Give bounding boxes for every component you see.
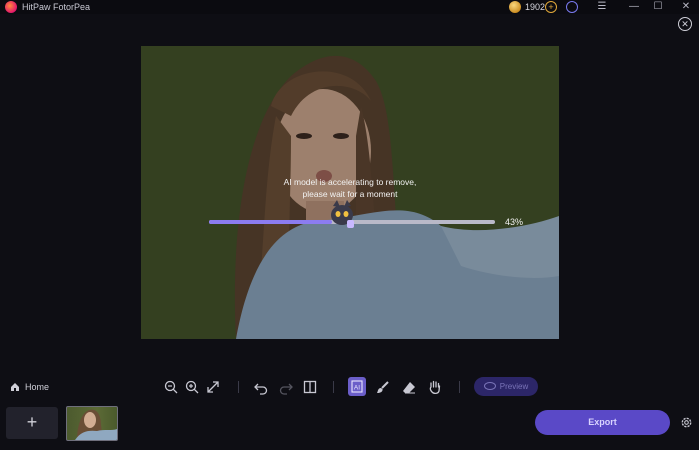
preview-button[interactable]: Preview — [474, 377, 538, 396]
export-button[interactable]: Export — [535, 410, 670, 435]
redo-button[interactable] — [278, 379, 294, 395]
eraser-icon — [403, 382, 415, 394]
status-text-line2: please wait for a moment — [302, 189, 398, 199]
brush-button[interactable] — [375, 379, 391, 395]
fit-screen-button[interactable] — [205, 379, 221, 395]
zoom-out-icon — [164, 380, 178, 394]
maximize-button[interactable]: ☐ — [648, 0, 668, 14]
hand-icon — [429, 380, 441, 395]
thumbnail-image — [75, 409, 117, 440]
svg-text:AI: AI — [354, 385, 360, 392]
zoom-out-button[interactable] — [163, 379, 179, 395]
zoom-in-icon — [185, 380, 199, 394]
compare-icon — [303, 380, 317, 394]
toolbar-divider — [333, 381, 334, 393]
undo-icon — [254, 383, 268, 395]
compare-button[interactable] — [302, 379, 318, 395]
eye-icon — [483, 381, 496, 390]
coin-count: 1902 — [525, 2, 546, 12]
app-logo-icon — [5, 1, 17, 13]
progress-percent: 43% — [505, 217, 524, 227]
settings-icon[interactable] — [680, 416, 693, 429]
ai-select-icon: AI — [351, 380, 363, 393]
ai-select-button[interactable]: AI — [348, 377, 366, 396]
close-icon[interactable]: ✕ — [678, 17, 692, 31]
redo-icon — [279, 383, 293, 395]
close-window-button[interactable]: ✕ — [676, 0, 696, 14]
add-image-button[interactable]: + — [6, 407, 58, 439]
eraser-button[interactable] — [401, 379, 417, 395]
fit-screen-icon — [207, 381, 219, 393]
progress-fill — [209, 220, 332, 224]
app-title: HitPaw FotorPea — [22, 2, 91, 12]
zoom-in-button[interactable] — [184, 379, 200, 395]
image-thumbnail[interactable] — [66, 406, 118, 441]
undo-button[interactable] — [253, 379, 269, 395]
user-icon[interactable] — [566, 1, 578, 13]
minimize-button[interactable]: — — [624, 0, 644, 14]
mascot-icon — [330, 200, 354, 228]
menu-button[interactable]: ☰ — [592, 0, 612, 14]
hand-button[interactable] — [427, 379, 443, 395]
brush-icon — [377, 381, 389, 393]
home-label[interactable]: Home — [25, 382, 49, 392]
home-icon[interactable] — [10, 382, 20, 392]
toolbar-divider — [238, 381, 239, 393]
status-text-line1: AI model is accelerating to remove, — [283, 177, 417, 187]
add-coins-button[interactable]: + — [545, 1, 557, 13]
preview-label: Preview — [499, 382, 529, 391]
coin-icon — [509, 1, 521, 13]
toolbar-divider — [459, 381, 460, 393]
